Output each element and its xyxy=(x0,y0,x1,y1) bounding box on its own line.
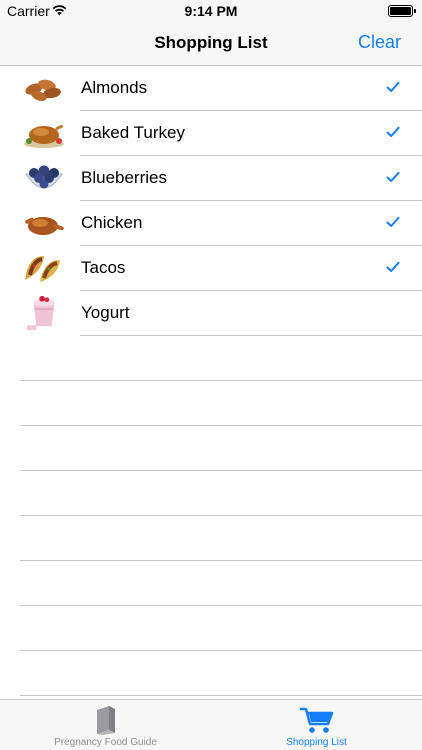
navigation-bar: Shopping List Clear xyxy=(0,22,422,66)
almonds-icon xyxy=(25,79,61,102)
cart-icon xyxy=(299,707,333,733)
empty-row xyxy=(0,381,422,426)
checkmark-icon xyxy=(386,171,400,182)
list-item-baked-turkey[interactable]: Baked Turkey xyxy=(0,111,422,156)
item-name: Tacos xyxy=(81,258,126,277)
checkmark-icon xyxy=(386,81,400,92)
status-time: 9:14 PM xyxy=(184,3,238,19)
tab-bar: Pregnancy Food Guide Shopping List xyxy=(0,699,422,750)
shopping-list: Almonds Baked Turkey Blueberries Chicken… xyxy=(0,66,422,699)
tab-pregnancy-food-guide[interactable]: Pregnancy Food Guide xyxy=(0,700,211,750)
empty-row xyxy=(0,471,422,516)
tab-label: Shopping List xyxy=(286,737,347,748)
chicken-icon xyxy=(25,217,64,235)
empty-row xyxy=(0,426,422,471)
checkmark-icon xyxy=(386,261,400,272)
empty-row xyxy=(0,651,422,696)
item-name: Almonds xyxy=(81,78,148,97)
empty-row xyxy=(0,516,422,561)
item-name: Blueberries xyxy=(81,168,167,187)
tacos-icon xyxy=(25,256,60,282)
list-item-blueberries[interactable]: Blueberries xyxy=(0,156,422,201)
list-item-yogurt[interactable]: Yogurt xyxy=(0,291,422,336)
empty-row xyxy=(0,606,422,651)
list-item-almonds[interactable]: Almonds xyxy=(0,66,422,111)
book-icon xyxy=(96,706,115,735)
yogurt-icon xyxy=(26,295,55,331)
tab-shopping-list[interactable]: Shopping List xyxy=(211,700,422,750)
item-name: Yogurt xyxy=(81,303,130,322)
status-bar: Carrier 9:14 PM xyxy=(0,0,422,22)
blueberries-icon xyxy=(25,165,63,189)
turkey-icon xyxy=(24,124,64,148)
clear-button[interactable]: Clear xyxy=(358,32,401,53)
item-name: Chicken xyxy=(81,213,143,232)
empty-row xyxy=(0,561,422,606)
empty-row xyxy=(0,336,422,381)
checkmark-icon xyxy=(386,126,400,137)
item-name: Baked Turkey xyxy=(81,123,185,142)
checkmark-icon xyxy=(386,216,400,227)
list-item-tacos[interactable]: Tacos xyxy=(0,246,422,291)
battery-icon xyxy=(388,5,416,17)
list-item-chicken[interactable]: Chicken xyxy=(0,201,422,246)
tab-label: Pregnancy Food Guide xyxy=(54,737,157,748)
